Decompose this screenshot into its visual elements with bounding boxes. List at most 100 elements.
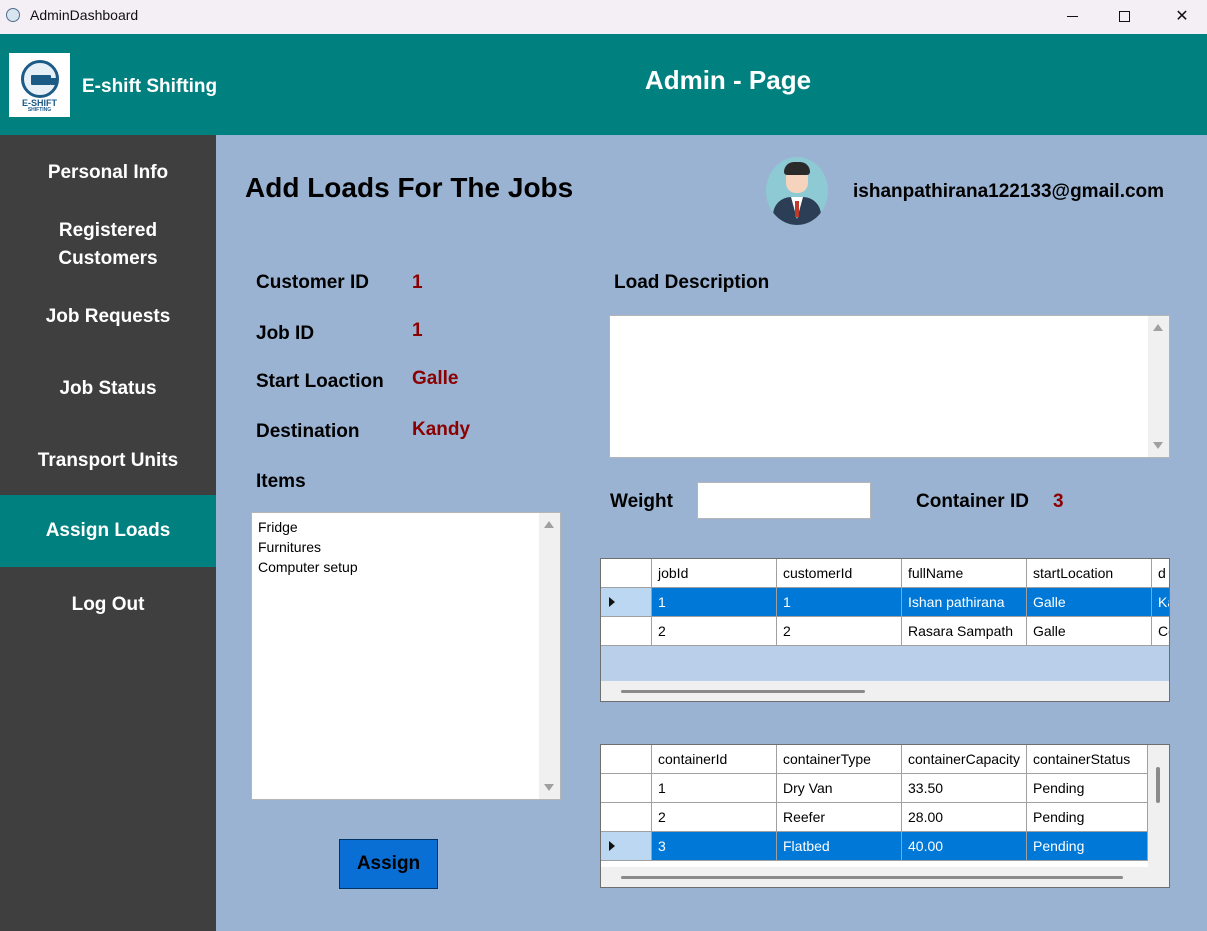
table-cell[interactable]: Dry Van bbox=[777, 774, 902, 803]
scroll-up-icon[interactable] bbox=[1153, 324, 1163, 331]
column-header[interactable]: containerCapacity bbox=[902, 745, 1027, 774]
list-item[interactable]: Furnitures bbox=[258, 537, 358, 557]
grid-header-row: containerId containerType containerCapac… bbox=[601, 745, 1148, 774]
customer-id-value: 1 bbox=[412, 272, 423, 293]
load-description-textarea[interactable] bbox=[609, 315, 1170, 458]
user-avatar bbox=[766, 157, 828, 225]
scrollbar-thumb[interactable] bbox=[621, 690, 865, 693]
items-listbox[interactable]: Fridge Furnitures Computer setup bbox=[251, 512, 561, 800]
row-header-cell[interactable] bbox=[601, 832, 652, 861]
destination-label: Destination bbox=[256, 421, 360, 442]
horizontal-scrollbar[interactable] bbox=[601, 681, 1169, 701]
table-cell[interactable]: Rasara Sampath bbox=[902, 617, 1027, 646]
maximize-button[interactable] bbox=[1099, 0, 1149, 32]
window-titlebar: AdminDashboard ✕ bbox=[0, 0, 1207, 34]
table-cell[interactable]: Pending bbox=[1027, 774, 1148, 803]
list-item[interactable]: Computer setup bbox=[258, 557, 358, 577]
table-cell[interactable]: Galle bbox=[1027, 617, 1152, 646]
horizontal-scrollbar[interactable] bbox=[601, 867, 1169, 887]
table-cell[interactable]: 2 bbox=[652, 617, 777, 646]
app-header: E-SHIFT SHIFTING E-shift Shifting Admin … bbox=[0, 34, 1207, 135]
sidebar-item-job-status[interactable]: Job Status bbox=[0, 375, 216, 403]
row-header-cell bbox=[601, 559, 652, 588]
maximize-icon bbox=[1118, 10, 1130, 22]
column-header[interactable]: startLocation bbox=[1027, 559, 1152, 588]
column-header[interactable]: fullName bbox=[902, 559, 1027, 588]
table-row[interactable]: 1 1 Ishan pathirana Galle Ka bbox=[601, 588, 1169, 617]
items-list: Fridge Furnitures Computer setup bbox=[258, 517, 358, 577]
column-header[interactable]: containerStatus bbox=[1027, 745, 1148, 774]
scrollbar-thumb[interactable] bbox=[1156, 767, 1160, 803]
jobs-grid[interactable]: jobId customerId fullName startLocation … bbox=[600, 558, 1170, 702]
load-description-label: Load Description bbox=[614, 272, 770, 293]
table-cell[interactable]: 2 bbox=[652, 803, 777, 832]
row-header-cell[interactable] bbox=[601, 588, 652, 617]
table-cell[interactable]: Galle bbox=[1027, 588, 1152, 617]
table-cell[interactable]: 2 bbox=[777, 617, 902, 646]
column-header[interactable]: customerId bbox=[777, 559, 902, 588]
weight-input[interactable] bbox=[697, 482, 871, 519]
row-header-cell bbox=[601, 745, 652, 774]
grid-header-row: jobId customerId fullName startLocation … bbox=[601, 559, 1169, 588]
row-header-cell[interactable] bbox=[601, 803, 652, 832]
start-location-value: Galle bbox=[412, 368, 459, 389]
user-email: ishanpathirana122133@gmail.com bbox=[853, 181, 1165, 202]
column-header[interactable]: containerType bbox=[777, 745, 902, 774]
column-header[interactable]: jobId bbox=[652, 559, 777, 588]
column-header[interactable]: d bbox=[1152, 559, 1169, 588]
start-location-label: Start Loaction bbox=[256, 371, 384, 392]
window-title: AdminDashboard bbox=[30, 7, 139, 23]
table-cell[interactable]: Co bbox=[1152, 617, 1169, 646]
minimize-icon bbox=[1066, 15, 1078, 17]
sidebar-item-transport-units[interactable]: Transport Units bbox=[0, 447, 216, 475]
scroll-down-icon[interactable] bbox=[1153, 442, 1163, 449]
table-cell[interactable]: Reefer bbox=[777, 803, 902, 832]
containers-grid[interactable]: containerId containerType containerCapac… bbox=[600, 744, 1170, 888]
scroll-down-icon[interactable] bbox=[544, 784, 554, 791]
customer-id-label: Customer ID bbox=[256, 272, 369, 293]
vertical-scrollbar[interactable] bbox=[1148, 745, 1169, 867]
table-cell[interactable]: 1 bbox=[652, 774, 777, 803]
scrollbar-thumb[interactable] bbox=[621, 876, 1123, 879]
row-header-cell[interactable] bbox=[601, 617, 652, 646]
close-button[interactable]: ✕ bbox=[1157, 0, 1207, 32]
sidebar-item-job-requests[interactable]: Job Requests bbox=[0, 303, 216, 331]
table-cell[interactable]: Flatbed bbox=[777, 832, 902, 861]
section-title: Add Loads For The Jobs bbox=[245, 172, 574, 203]
table-row[interactable]: 1 Dry Van 33.50 Pending bbox=[601, 774, 1148, 803]
table-cell[interactable]: Pending bbox=[1027, 803, 1148, 832]
sidebar: Personal Info Registered Customers Job R… bbox=[0, 135, 216, 931]
container-id-value: 3 bbox=[1053, 491, 1064, 512]
table-row[interactable]: 2 Reefer 28.00 Pending bbox=[601, 803, 1148, 832]
column-header[interactable]: containerId bbox=[652, 745, 777, 774]
job-id-label: Job ID bbox=[256, 323, 315, 344]
page-title: Admin - Page bbox=[644, 65, 812, 95]
row-header-cell[interactable] bbox=[601, 774, 652, 803]
table-cell[interactable]: Ka bbox=[1152, 588, 1169, 617]
destination-value: Kandy bbox=[412, 419, 471, 440]
row-pointer-icon bbox=[609, 597, 615, 607]
list-item[interactable]: Fridge bbox=[258, 517, 358, 537]
assign-button[interactable]: Assign bbox=[339, 839, 438, 889]
sidebar-item-assign-loads[interactable]: Assign Loads bbox=[0, 495, 216, 567]
logo-subtext: SHIFTING bbox=[27, 106, 52, 113]
sidebar-item-log-out[interactable]: Log Out bbox=[0, 591, 216, 619]
table-cell[interactable]: 28.00 bbox=[902, 803, 1027, 832]
items-scrollbar[interactable] bbox=[539, 513, 560, 799]
sidebar-item-registered-customers[interactable]: Registered Customers bbox=[0, 217, 216, 273]
table-cell[interactable]: 33.50 bbox=[902, 774, 1027, 803]
table-cell[interactable]: 1 bbox=[777, 588, 902, 617]
table-cell[interactable]: 1 bbox=[652, 588, 777, 617]
scroll-up-icon[interactable] bbox=[544, 521, 554, 528]
table-cell[interactable]: Pending bbox=[1027, 832, 1148, 861]
description-scrollbar[interactable] bbox=[1148, 316, 1169, 457]
sidebar-item-personal-info[interactable]: Personal Info bbox=[0, 159, 216, 187]
table-row[interactable]: 3 Flatbed 40.00 Pending bbox=[601, 832, 1148, 861]
table-cell[interactable]: 3 bbox=[652, 832, 777, 861]
app-icon bbox=[6, 8, 20, 22]
table-cell[interactable]: 40.00 bbox=[902, 832, 1027, 861]
minimize-button[interactable] bbox=[1047, 0, 1097, 32]
row-pointer-icon bbox=[609, 841, 615, 851]
table-cell[interactable]: Ishan pathirana bbox=[902, 588, 1027, 617]
table-row[interactable]: 2 2 Rasara Sampath Galle Co bbox=[601, 617, 1169, 646]
